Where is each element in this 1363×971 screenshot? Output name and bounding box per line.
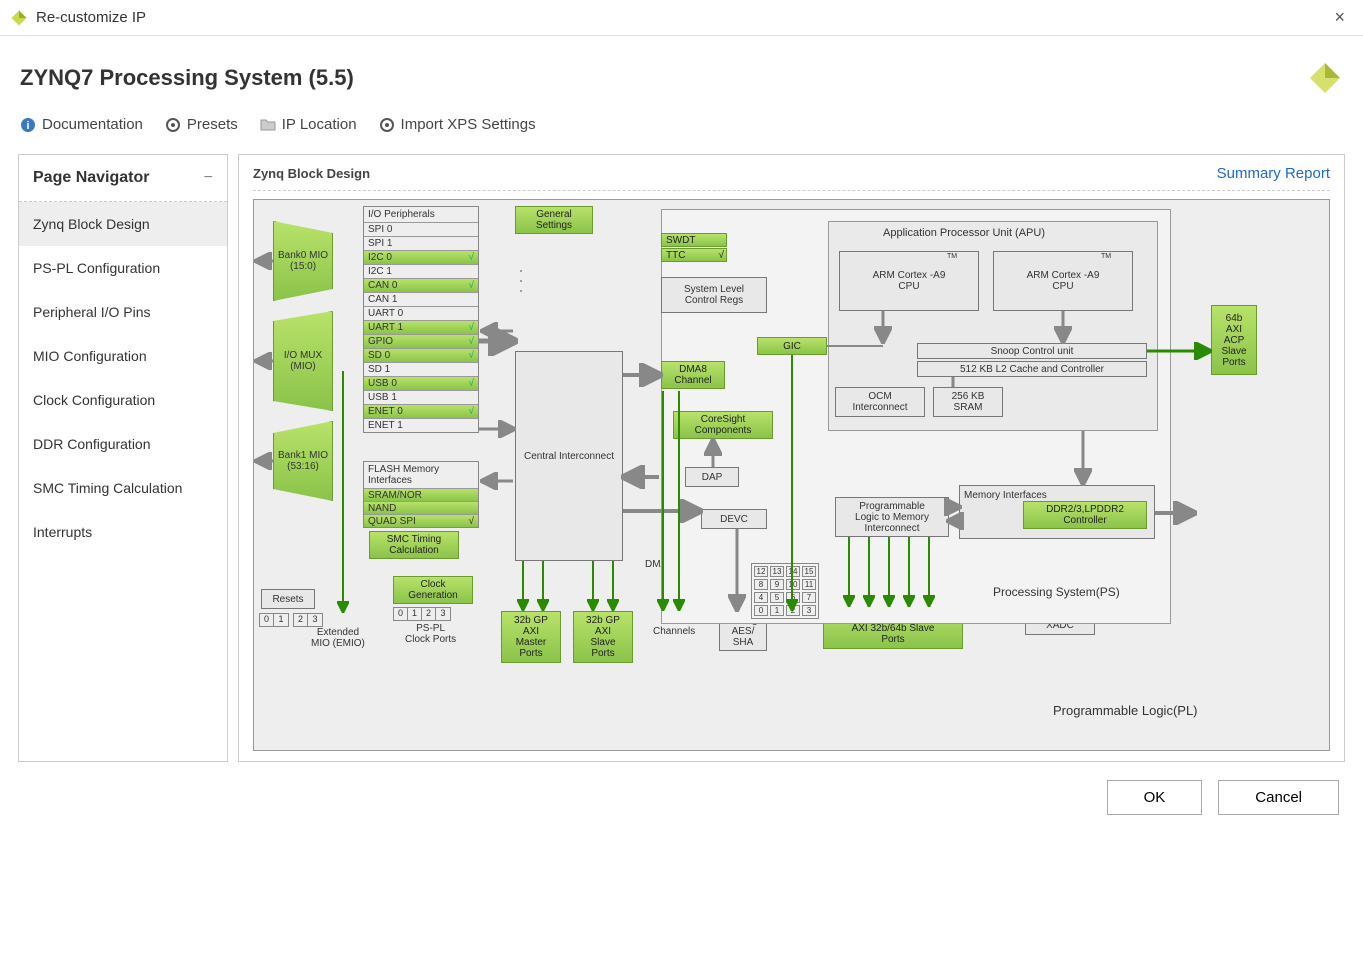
dap-block[interactable]: DAP: [685, 467, 739, 487]
coresight-block[interactable]: CoreSight Components: [673, 411, 773, 439]
peripheral-usb-1[interactable]: USB 1: [364, 390, 478, 404]
tm-label-1: TM: [1101, 253, 1111, 260]
content-title: Zynq Block Design: [253, 166, 370, 181]
vendor-logo-icon: [1307, 60, 1343, 96]
nav-item-smc-timing-calculation[interactable]: SMC Timing Calculation: [19, 466, 227, 510]
nav-item-ddr-configuration[interactable]: DDR Configuration: [19, 422, 227, 466]
emio-slots-2[interactable]: 23: [293, 613, 323, 627]
gear-icon: [165, 117, 181, 133]
nav-item-interrupts[interactable]: Interrupts: [19, 510, 227, 554]
axi-acp-slave-block[interactable]: 64b AXI ACP Slave Ports: [1211, 305, 1257, 375]
gic-block[interactable]: GIC: [757, 337, 827, 355]
content-pane: Zynq Block Design Summary Report Bank0 M…: [238, 154, 1345, 762]
swdt-block[interactable]: SWDT: [661, 233, 727, 247]
ip-location-link[interactable]: IP Location: [260, 116, 357, 133]
apu-label: Application Processor Unit (APU): [883, 227, 1045, 239]
smc-timing-block[interactable]: SMC Timing Calculation: [369, 531, 459, 559]
peripheral-gpio[interactable]: GPIO√: [364, 334, 478, 348]
tm-label-0: TM: [947, 253, 957, 260]
title-bar: Re-customize IP ×: [0, 0, 1363, 36]
window-title: Re-customize IP: [36, 9, 146, 26]
peripheral-uart-1[interactable]: UART 1√: [364, 320, 478, 334]
irq-grid[interactable]: 12131415 891011 4567 0123: [751, 563, 819, 619]
window-close-button[interactable]: ×: [1326, 7, 1353, 28]
cancel-button[interactable]: Cancel: [1218, 780, 1339, 815]
peripheral-spi-1[interactable]: SPI 1: [364, 236, 478, 250]
ddr-controller-block[interactable]: DDR2/3,LPDDR2 Controller: [1023, 501, 1147, 529]
peripheral-enet-1[interactable]: ENET 1: [364, 418, 478, 432]
folder-icon: [260, 117, 276, 133]
bank0-block[interactable]: Bank0 MIO (15:0): [273, 221, 333, 301]
import-xps-link[interactable]: Import XPS Settings: [379, 116, 536, 133]
dialog-footer: OK Cancel: [0, 762, 1363, 833]
ip-title: ZYNQ7 Processing System (5.5): [20, 65, 354, 91]
peripheral-spi-0[interactable]: SPI 0: [364, 222, 478, 236]
dma8-channel-block[interactable]: DMA8 Channel: [661, 361, 725, 389]
peripheral-i2c-0[interactable]: I2C 0√: [364, 250, 478, 264]
bank1-block[interactable]: Bank1 MIO (53:16): [273, 421, 333, 501]
peripheral-i2c-1[interactable]: I2C 1: [364, 264, 478, 278]
cortex-a9-cpu-1[interactable]: ARM Cortex -A9 CPU: [993, 251, 1133, 311]
pspl-clock-ports-label: PS-PL Clock Ports: [405, 623, 456, 645]
io-mux-block[interactable]: I/O MUX (MIO): [273, 311, 333, 411]
peripheral-sd-1[interactable]: SD 1: [364, 362, 478, 376]
sram-256kb-block[interactable]: 256 KB SRAM: [933, 387, 1003, 417]
nav-header: Page Navigator −: [19, 155, 227, 202]
snoop-control-block[interactable]: Snoop Control unit: [917, 343, 1147, 359]
block-diagram: Bank0 MIO (15:0) I/O MUX (MIO) Bank1 MIO…: [253, 191, 1330, 751]
pl-to-memory-interconnect-block[interactable]: Programmable Logic to Memory Interconnec…: [835, 497, 949, 537]
extended-mio-label: Extended MIO (EMIO): [311, 627, 365, 649]
flash-quad-spi[interactable]: QUAD SPI√: [364, 514, 478, 527]
pl-label: Programmable Logic(PL): [1053, 703, 1198, 718]
peripheral-uart-0[interactable]: UART 0: [364, 306, 478, 320]
collapse-icon[interactable]: −: [204, 169, 213, 187]
flash-memory-list: FLASH Memory Interfaces SRAM/NORNANDQUAD…: [363, 461, 479, 528]
nav-item-peripheral-i-o-pins[interactable]: Peripheral I/O Pins: [19, 290, 227, 334]
clock-generation-block[interactable]: Clock Generation: [393, 576, 473, 604]
nav-item-mio-configuration[interactable]: MIO Configuration: [19, 334, 227, 378]
ttc-block[interactable]: TTC√: [661, 248, 727, 262]
peripheral-can-0[interactable]: CAN 0√: [364, 278, 478, 292]
info-icon: i: [20, 117, 36, 133]
documentation-link[interactable]: i Documentation: [20, 116, 143, 133]
header: ZYNQ7 Processing System (5.5): [0, 36, 1363, 106]
nav-item-zynq-block-design[interactable]: Zynq Block Design: [19, 202, 227, 246]
page-navigator: Page Navigator − Zynq Block DesignPS-PL …: [18, 154, 228, 762]
ps-label: Processing System(PS): [993, 585, 1120, 599]
resets-button[interactable]: Resets: [261, 589, 315, 609]
l2-cache-block[interactable]: 512 KB L2 Cache and Controller: [917, 361, 1147, 377]
app-logo-icon: [10, 9, 28, 27]
toolbar: i Documentation Presets IP Location Impo…: [0, 106, 1363, 144]
flash-sram-nor[interactable]: SRAM/NOR: [364, 488, 478, 501]
summary-report-link[interactable]: Summary Report: [1217, 165, 1330, 182]
system-level-regs-block[interactable]: System Level Control Regs: [661, 277, 767, 313]
cortex-a9-cpu-0[interactable]: ARM Cortex -A9 CPU: [839, 251, 979, 311]
io-peripherals-list: I/O Peripherals SPI 0SPI 1I2C 0√I2C 1CAN…: [363, 206, 479, 433]
flash-nand[interactable]: NAND: [364, 501, 478, 514]
devc-block[interactable]: DEVC: [701, 509, 767, 529]
gear-icon: [379, 117, 395, 133]
general-settings-block[interactable]: General Settings: [515, 206, 593, 234]
gp-axi-slave-block[interactable]: 32b GP AXI Slave Ports: [573, 611, 633, 663]
ok-button[interactable]: OK: [1107, 780, 1203, 815]
nav-item-ps-pl-configuration[interactable]: PS-PL Configuration: [19, 246, 227, 290]
peripheral-usb-0[interactable]: USB 0√: [364, 376, 478, 390]
svg-text:i: i: [26, 120, 29, 132]
nav-item-clock-configuration[interactable]: Clock Configuration: [19, 378, 227, 422]
ocm-interconnect-block[interactable]: OCM Interconnect: [835, 387, 925, 417]
presets-link[interactable]: Presets: [165, 116, 238, 133]
emio-slots[interactable]: 01: [259, 613, 289, 627]
gp-axi-master-block[interactable]: 32b GP AXI Master Ports: [501, 611, 561, 663]
peripheral-sd-0[interactable]: SD 0√: [364, 348, 478, 362]
peripheral-can-1[interactable]: CAN 1: [364, 292, 478, 306]
central-interconnect-block[interactable]: Central Interconnect: [515, 351, 623, 561]
peripheral-enet-0[interactable]: ENET 0√: [364, 404, 478, 418]
pspl-clock-slots[interactable]: 0123: [393, 607, 451, 621]
